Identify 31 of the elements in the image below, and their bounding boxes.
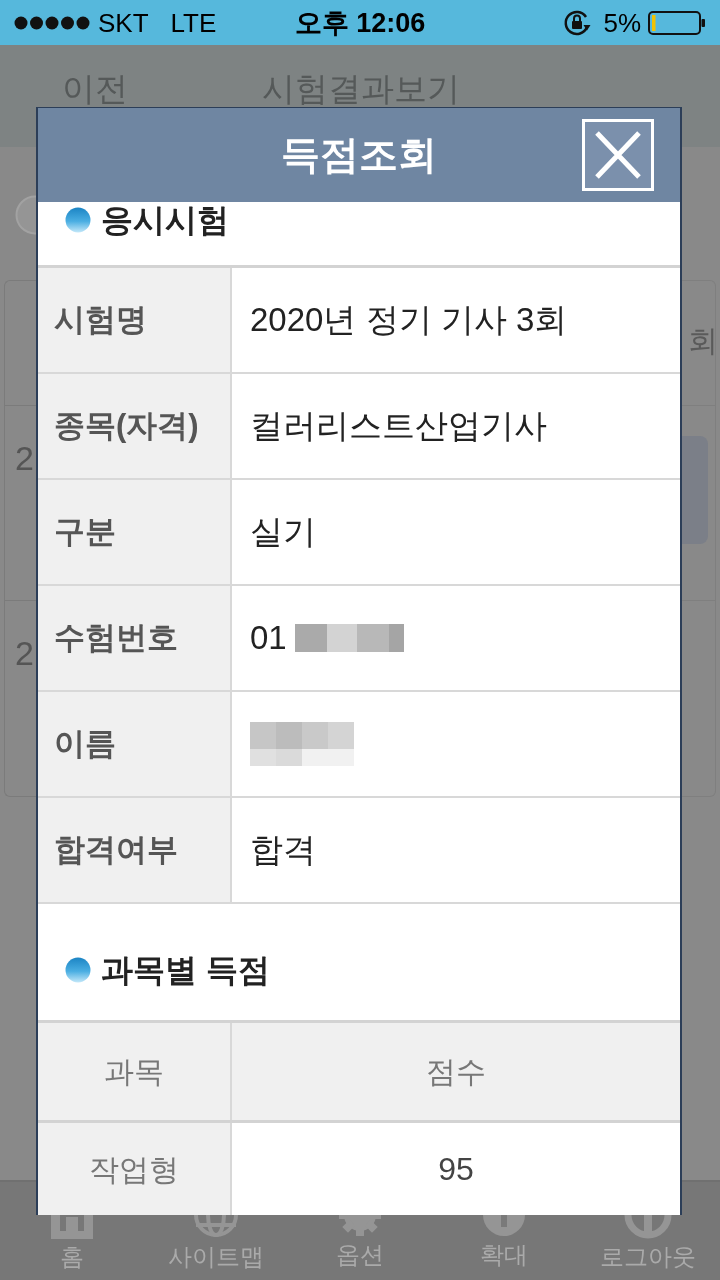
section-title: 과목별 득점	[101, 952, 270, 988]
close-button[interactable]	[582, 119, 654, 191]
label-cell: 이름	[38, 692, 232, 796]
clock-time: 오후 12:06	[294, 7, 426, 38]
field-value: 2020년 정기 기사 3회	[250, 300, 568, 341]
logout-icon	[622, 1215, 674, 1239]
carrier-name: SKT	[98, 7, 149, 38]
network-type: LTE	[170, 7, 217, 38]
label-cell: 수험번호	[38, 586, 232, 690]
column-header: 점수	[425, 1054, 487, 1090]
label-cell: 합격여부	[38, 798, 232, 902]
dialog-title: 득점조회	[281, 133, 437, 177]
table-cell: 작업형	[38, 1123, 232, 1215]
bullet-icon	[65, 957, 91, 983]
battery-percent: 5%	[603, 7, 641, 38]
battery-icon	[648, 10, 706, 35]
bullet-icon	[65, 207, 91, 233]
close-icon	[594, 130, 642, 180]
rotation-lock-icon	[563, 8, 592, 37]
label-cell: 구분	[38, 480, 232, 584]
label-cell: 시험명	[38, 268, 232, 372]
label-cell: 종목(자격)	[38, 374, 232, 478]
field-value: 컬러리스트산업기사	[250, 406, 547, 447]
home-icon	[51, 1215, 93, 1239]
field-value: 실기	[250, 512, 316, 553]
field-value: 01	[250, 618, 287, 659]
signal-icon	[14, 15, 90, 30]
globe-icon	[193, 1215, 239, 1239]
section-title: 응시시험	[101, 202, 229, 238]
column-header: 과목	[38, 1023, 232, 1120]
field-value: 합격	[250, 830, 316, 871]
